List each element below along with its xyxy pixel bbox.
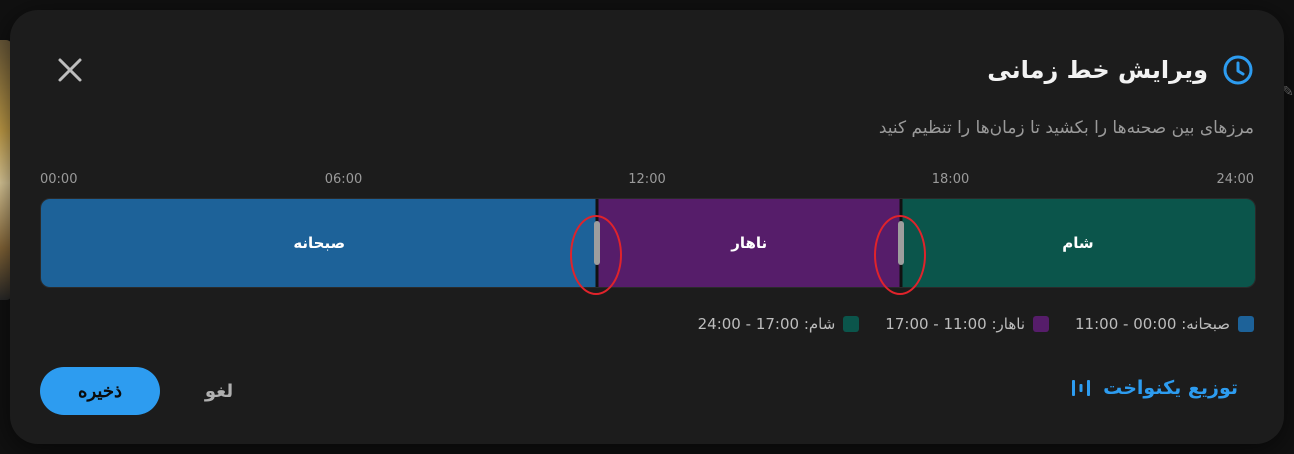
- legend-item: شام: 17:00 - 24:00: [698, 315, 860, 333]
- legend: صبحانه: 00:00 - 11:00 ناهار: 11:00 - 17:0…: [698, 315, 1254, 333]
- cancel-button[interactable]: لغو: [190, 376, 248, 406]
- legend-swatch: [843, 316, 860, 332]
- timeline-bar[interactable]: صبحانه ناهار شام: [40, 198, 1256, 288]
- distribute-icon: [1072, 380, 1091, 396]
- tick-label: 12:00: [628, 172, 666, 187]
- boundary-drag-handle[interactable]: [594, 221, 601, 265]
- tick-label: 24:00: [1216, 172, 1254, 187]
- clock-icon: [1223, 55, 1253, 85]
- segment-label: صبحانه: [293, 234, 346, 252]
- distribute-evenly-label: توزیع یکنواخت: [1103, 377, 1238, 399]
- dialog-header: ویرایش خط زمانی: [987, 54, 1254, 86]
- legend-item: صبحانه: 00:00 - 11:00: [1075, 315, 1254, 333]
- timeline-segment[interactable]: ناهار: [597, 199, 901, 287]
- dialog-title: ویرایش خط زمانی: [987, 56, 1208, 84]
- legend-swatch: [1033, 316, 1050, 332]
- timeline-segment[interactable]: صبحانه: [41, 199, 598, 287]
- legend-item: ناهار: 11:00 - 17:00: [885, 315, 1050, 333]
- boundary-drag-handle[interactable]: [897, 221, 904, 265]
- segment-label: ناهار: [731, 234, 768, 252]
- save-button[interactable]: ذخیره: [40, 367, 160, 415]
- close-button[interactable]: [54, 54, 86, 86]
- timeline-segment[interactable]: شام: [900, 199, 1255, 287]
- tick-label: 06:00: [324, 172, 363, 187]
- legend-text: شام: 17:00 - 24:00: [697, 315, 836, 333]
- tick-label: 18:00: [931, 172, 970, 187]
- legend-swatch: [1238, 316, 1254, 332]
- tick-label: 00:00: [40, 172, 78, 187]
- segment-label: شام: [1062, 234, 1094, 252]
- close-icon: [58, 58, 82, 82]
- distribute-evenly-button[interactable]: توزیع یکنواخت: [1069, 376, 1238, 400]
- legend-text: صبحانه: 00:00 - 11:00: [1075, 315, 1230, 333]
- timeline-edit-dialog: ویرایش خط زمانی مرزهای بین صحنه‌ها را بک…: [10, 10, 1284, 444]
- dialog-subtitle: مرزهای بین صحنه‌ها را بکشید تا زمان‌ها ر…: [878, 118, 1254, 138]
- legend-text: ناهار: 11:00 - 17:00: [885, 315, 1026, 333]
- time-axis: 00:00 06:00 12:00 18:00 24:00: [40, 172, 1254, 192]
